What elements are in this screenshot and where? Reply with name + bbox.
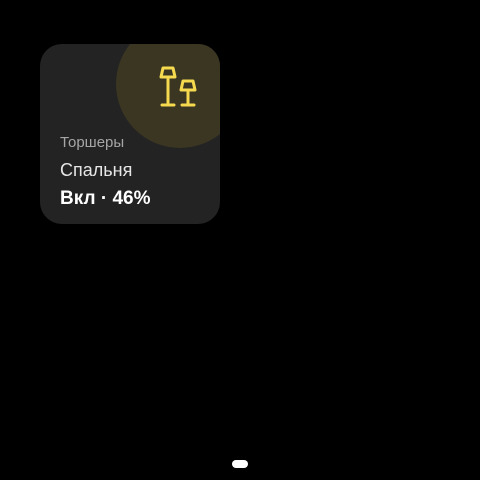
home-indicator[interactable] [232,460,248,468]
status-separator: · [100,188,108,209]
device-room: Спальня [60,160,133,180]
device-tile-floor-lamps[interactable]: Торшеры Спальня Вкл · 46% [40,44,220,224]
status-state: Вкл [60,188,96,209]
screen: Торшеры Спальня Вкл · 46% [0,0,480,480]
device-status: Вкл · 46% [60,188,150,210]
status-brightness: 46% [112,188,151,209]
floor-lamps-icon [156,64,202,110]
device-category: Торшеры [60,134,125,151]
